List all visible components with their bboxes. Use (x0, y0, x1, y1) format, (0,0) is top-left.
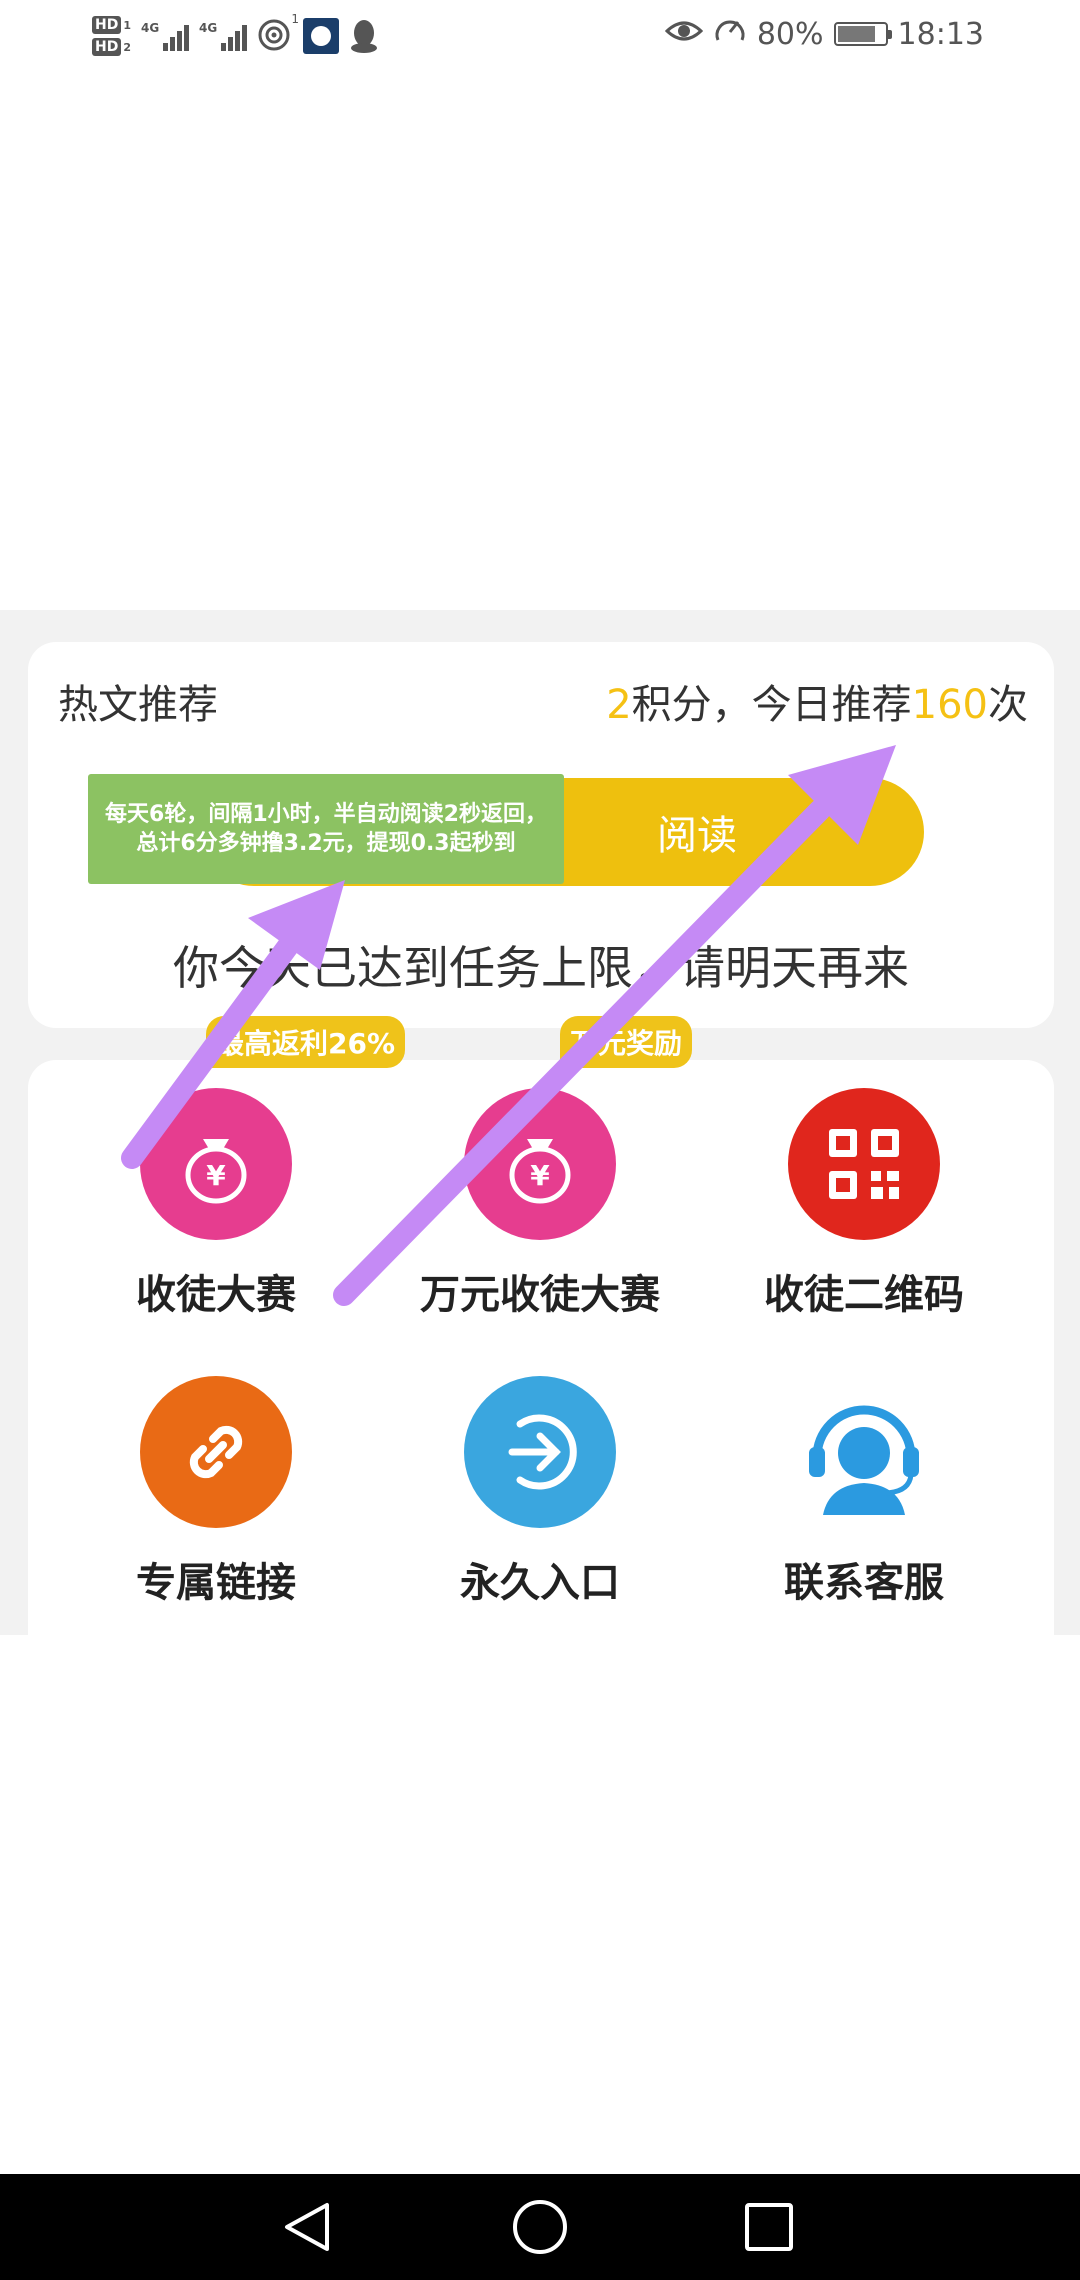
clock: 18:13 (897, 16, 984, 52)
count-label: 次 (988, 682, 1028, 728)
grid-item-apprentice-contest[interactable]: ¥ 最高返利26% 收徒大赛 (56, 1016, 406, 1320)
annotation-note: 每天6轮，间隔1小时，半自动阅读2秒返回，总计6分多钟撸3.2元，提现0.3起秒… (88, 774, 564, 884)
app-notification-icon (303, 18, 339, 54)
grid-item-label: 万元收徒大赛 (420, 1272, 660, 1318)
recents-icon[interactable] (736, 2194, 802, 2260)
link-icon (140, 1376, 292, 1528)
grid-item-label: 永久入口 (460, 1560, 620, 1606)
svg-text:¥: ¥ (206, 1159, 226, 1192)
hotspot-icon: 1 (257, 12, 299, 54)
grid-item-exclusive-link[interactable]: 专属链接 (56, 1376, 376, 1608)
status-bar: HD 1 HD 2 4G 4G 1 80% 18:13 (0, 0, 1080, 72)
home-icon[interactable] (507, 2194, 573, 2260)
battery-icon (833, 22, 892, 46)
grid-item-customer-service[interactable]: 联系客服 (704, 1376, 1024, 1608)
read-button-label: 阅读 (657, 813, 737, 859)
points-label: 积分，今日推荐 (631, 682, 912, 728)
hd1-indicator: HD 1 (92, 16, 131, 34)
back-icon[interactable] (274, 2194, 340, 2260)
rebate-badge: 最高返利26% (206, 1016, 406, 1068)
grid-item-label: 收徒大赛 (136, 1272, 296, 1318)
count-value: 160 (911, 682, 988, 728)
section-title: 热文推荐 (58, 682, 218, 728)
grid-item-permanent-entry[interactable]: 永久入口 (380, 1376, 700, 1608)
signal-icon-2: 4G (199, 21, 247, 51)
battery-percent: 80% (756, 16, 824, 52)
grid-item-label: 收徒二维码 (764, 1272, 964, 1318)
speed-icon (713, 14, 747, 54)
reward-badge: 万元奖励 (560, 1016, 693, 1068)
entry-arrow-icon (464, 1376, 616, 1528)
grid-item-qr-code[interactable]: 收徒二维码 (704, 1088, 1024, 1320)
hd2-indicator: HD 2 (92, 38, 131, 56)
qr-code-icon (788, 1088, 940, 1240)
qq-penguin-icon (349, 18, 379, 54)
task-limit-message: 你今天已达到任务上限，请明天再来 (173, 941, 909, 995)
money-bag-icon: ¥ (140, 1088, 292, 1240)
customer-service-icon (788, 1376, 940, 1528)
feature-grid-card: ¥ 最高返利26% 收徒大赛 ¥ 万元奖励 万元收徒大赛 收徒二维码 专属链接 … (28, 1016, 1054, 1660)
navigation-bar (0, 2174, 1080, 2280)
status-right: 80% 18:13 (664, 14, 984, 54)
svg-text:¥: ¥ (530, 1159, 550, 1192)
points-value: 2 (606, 682, 632, 728)
grid-item-label: 联系客服 (784, 1560, 944, 1606)
signal-icon: 4G (141, 21, 189, 51)
hd-indicators: HD 1 HD 2 (92, 16, 131, 56)
eye-icon (664, 17, 704, 52)
status-left: HD 1 HD 2 4G 4G 1 (92, 6, 379, 66)
grid-item-big-contest[interactable]: ¥ 万元奖励 万元收徒大赛 (380, 1016, 700, 1320)
money-bag-icon: ¥ (464, 1088, 616, 1240)
recommend-stats: 2 积分，今日推荐 160 次 (606, 672, 1028, 730)
grid-item-label: 专属链接 (136, 1560, 296, 1606)
